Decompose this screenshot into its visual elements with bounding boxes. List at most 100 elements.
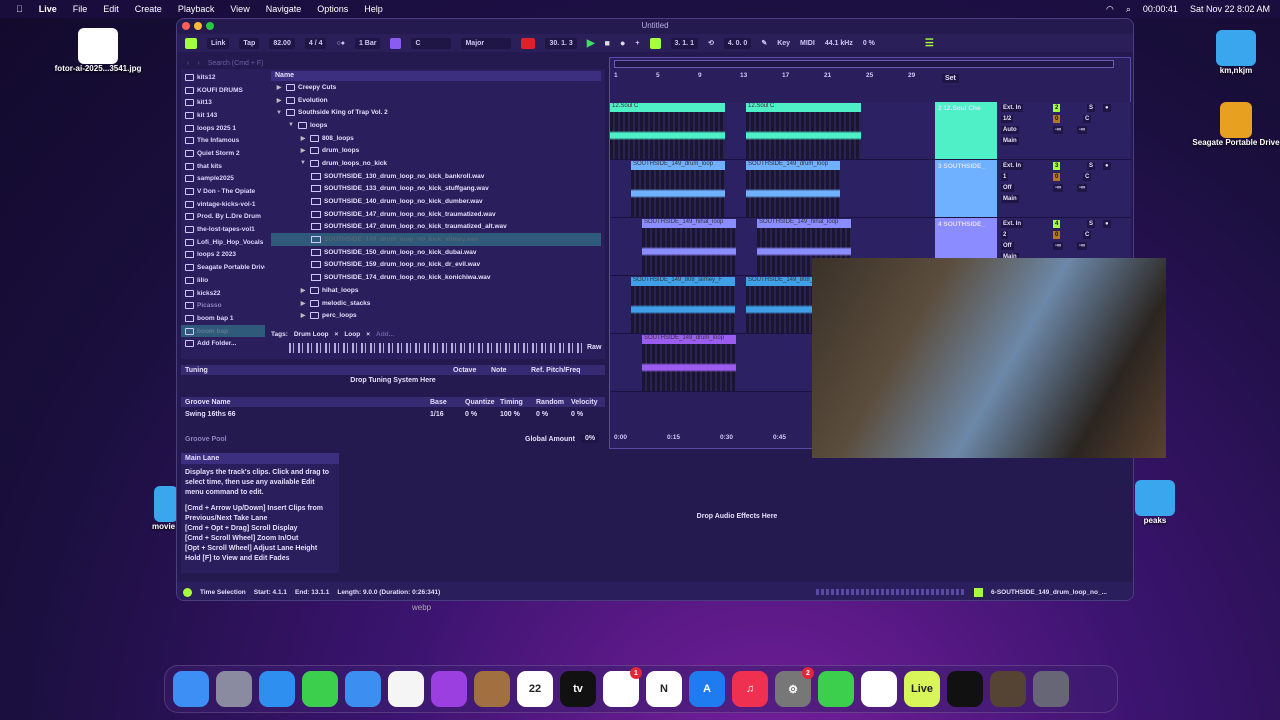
dock-app-photos[interactable] bbox=[388, 671, 424, 707]
volume-field[interactable]: 0 bbox=[1053, 173, 1061, 181]
time-signature[interactable]: 4 / 4 bbox=[304, 37, 327, 49]
dock-app-system-settings[interactable]: ⚙ 2 bbox=[775, 667, 814, 707]
dock-app-safari[interactable] bbox=[259, 671, 295, 707]
file-row[interactable]: SOUTHSIDE_159_drum_loop_no_kick_dr_evil.… bbox=[271, 259, 601, 272]
sidebar-place[interactable]: kit13 bbox=[181, 96, 265, 109]
status-clip-name[interactable]: 6-SOUTHSIDE_149_drum_loop_no_... bbox=[991, 589, 1107, 596]
wifi-icon[interactable]: ◠ bbox=[1106, 4, 1114, 15]
solo-button[interactable]: S bbox=[1087, 104, 1096, 112]
chevron-right-icon[interactable]: ▶ bbox=[299, 312, 307, 319]
sidebar-place[interactable]: The Infamous bbox=[181, 134, 265, 147]
dock-app-podcasts[interactable] bbox=[431, 671, 467, 707]
menu-file[interactable]: File bbox=[73, 4, 88, 14]
track-name[interactable]: 2 12.Soul Che bbox=[935, 102, 997, 159]
chevron-right-icon[interactable]: ▶ bbox=[275, 97, 283, 104]
menu-options[interactable]: Options bbox=[317, 4, 348, 14]
beat-ruler[interactable]: 1 5 9 13 17 21 25 29 bbox=[610, 72, 935, 84]
file-row[interactable]: SOUTHSIDE_147_drum_loop_no_kick_traumati… bbox=[271, 221, 601, 234]
chevron-right-icon[interactable]: ▶ bbox=[275, 84, 283, 91]
file-row[interactable]: SOUTHSIDE_174_drum_loop_no_kick_konichiw… bbox=[271, 271, 601, 284]
chevron-right-icon[interactable]: ▶ bbox=[299, 147, 307, 154]
track-activator[interactable]: 2 bbox=[1053, 104, 1061, 112]
chevron-right-icon[interactable]: ▶ bbox=[299, 287, 307, 294]
preview-waveform[interactable] bbox=[289, 343, 585, 353]
monitor-toggle[interactable]: Off bbox=[1001, 184, 1014, 192]
folder-row[interactable]: ▶ perc_loops bbox=[271, 309, 601, 322]
monitor-toggle[interactable]: Off bbox=[1001, 242, 1014, 250]
input-type-select[interactable]: Ext. In bbox=[1001, 162, 1024, 170]
close-button[interactable] bbox=[182, 22, 190, 30]
tap-button[interactable]: Tap bbox=[239, 37, 260, 49]
minimize-button[interactable] bbox=[194, 22, 202, 30]
input-channel-select[interactable]: 2 bbox=[1001, 231, 1009, 239]
automation-arm-icon[interactable] bbox=[649, 37, 661, 49]
dock-app-calendar[interactable]: 22 bbox=[517, 671, 553, 707]
loop-length[interactable]: 4. 0. 0 bbox=[723, 37, 752, 49]
folder-row[interactable]: ▶ drum_loops bbox=[271, 144, 601, 157]
chevron-right-icon[interactable]: ▶ bbox=[299, 300, 307, 307]
groove-base[interactable]: 1/16 bbox=[430, 411, 465, 418]
audio-clip[interactable]: SOUTHSIDE_149_drum_loop bbox=[746, 161, 840, 217]
forward-icon[interactable]: › bbox=[197, 60, 199, 67]
track-name[interactable]: 3 SOUTHSIDE_ bbox=[935, 160, 997, 217]
midi-map-button[interactable]: MIDI bbox=[800, 40, 815, 47]
input-type-select[interactable]: Ext. In bbox=[1001, 220, 1024, 228]
sidebar-place[interactable]: V Don - The Opiate bbox=[181, 185, 265, 198]
tempo-field[interactable]: 82.00 bbox=[269, 37, 295, 49]
apple-icon[interactable]:  bbox=[16, 4, 23, 14]
key-select[interactable]: C bbox=[411, 37, 452, 49]
pan-field[interactable]: C bbox=[1083, 231, 1092, 239]
folder-row[interactable]: ▼ drum_loops_no_kick bbox=[271, 157, 601, 170]
groove-velocity[interactable]: 0 % bbox=[571, 411, 583, 418]
folder-row[interactable]: ▶ hihat_loops bbox=[271, 284, 601, 297]
menu-create[interactable]: Create bbox=[135, 4, 162, 14]
dock-app-mail[interactable] bbox=[345, 671, 381, 707]
dock-app-chrome[interactable] bbox=[861, 671, 897, 707]
view-toggle-icon[interactable] bbox=[185, 37, 197, 49]
dock-app-reminders[interactable]: 1 bbox=[603, 667, 642, 707]
dock-app-music[interactable]: ♫ bbox=[732, 671, 768, 707]
sidebar-place[interactable]: boom bap bbox=[181, 324, 265, 338]
back-icon[interactable]: ‹ bbox=[187, 60, 189, 67]
dock-app-app-store[interactable]: A bbox=[689, 671, 725, 707]
sidebar-place[interactable]: KOUFI DRUMS bbox=[181, 84, 265, 97]
output-select[interactable]: Main bbox=[1001, 195, 1019, 203]
track-lane[interactable]: SOUTHSIDE_149_drum_loop SOUTHSIDE_149_dru… bbox=[610, 160, 935, 218]
solo-button[interactable]: S bbox=[1087, 162, 1096, 170]
track-activator[interactable]: 3 bbox=[1053, 162, 1061, 170]
sidebar-place[interactable]: Lofi_Hip_Hop_Vocals bbox=[181, 236, 265, 249]
search-input[interactable]: Search (Cmd + F) bbox=[208, 60, 264, 67]
add-tag-input[interactable]: Add... bbox=[376, 331, 394, 338]
groove-row[interactable]: Swing 16ths 66 1/16 0 % 100 % 0 % 0 % bbox=[181, 409, 605, 419]
groove-random[interactable]: 0 % bbox=[536, 411, 571, 418]
audio-clip[interactable]: SOUTHSIDE_149_hihat_loop bbox=[642, 219, 736, 275]
loop-start[interactable]: 3. 1. 1 bbox=[670, 37, 698, 49]
send-a[interactable]: -∞ bbox=[1053, 242, 1064, 250]
global-amount-value[interactable]: 0% bbox=[581, 434, 600, 443]
clock[interactable]: Sat Nov 22 8:02 AM bbox=[1190, 4, 1270, 14]
solo-button[interactable]: S bbox=[1087, 220, 1096, 228]
sidebar-place[interactable]: Prod. By L.Dre Drum bbox=[181, 211, 265, 224]
pan-field[interactable]: C bbox=[1083, 115, 1092, 123]
sidebar-place[interactable]: loops 2 2023 bbox=[181, 249, 265, 262]
audio-clip[interactable]: SOUTHSIDE_149_drum_loop bbox=[642, 335, 736, 391]
quantize-select[interactable]: 1 Bar bbox=[354, 37, 381, 49]
add-icon[interactable]: + bbox=[635, 40, 639, 47]
play-icon[interactable]: ▶ bbox=[587, 38, 595, 49]
file-row[interactable]: SOUTHSIDE_149_drum_loop_no_kick_slimey.w… bbox=[271, 233, 601, 246]
menu-edit[interactable]: Edit bbox=[103, 4, 119, 14]
audio-clip[interactable]: 12.Soul C bbox=[610, 103, 725, 159]
track-activator[interactable]: 4 bbox=[1053, 220, 1061, 228]
sidebar-place[interactable]: vintage-kicks-vol-1 bbox=[181, 198, 265, 211]
chevron-down-icon[interactable]: ▼ bbox=[287, 122, 295, 128]
tag-chip[interactable]: Loop bbox=[344, 331, 360, 338]
monitor-toggle[interactable]: Auto bbox=[1001, 126, 1019, 134]
dock-app-news[interactable]: N bbox=[646, 671, 682, 707]
menu-icon[interactable]: ☰ bbox=[925, 38, 934, 49]
folder-row[interactable]: ▶ Creepy Cuts bbox=[271, 81, 601, 94]
scale-mode-icon[interactable] bbox=[390, 37, 402, 49]
dock-app-recorder[interactable] bbox=[947, 671, 983, 707]
info-toggle-icon[interactable] bbox=[183, 587, 192, 597]
arm-button[interactable]: ● bbox=[1103, 104, 1111, 112]
send-b[interactable]: -∞ bbox=[1077, 126, 1088, 134]
